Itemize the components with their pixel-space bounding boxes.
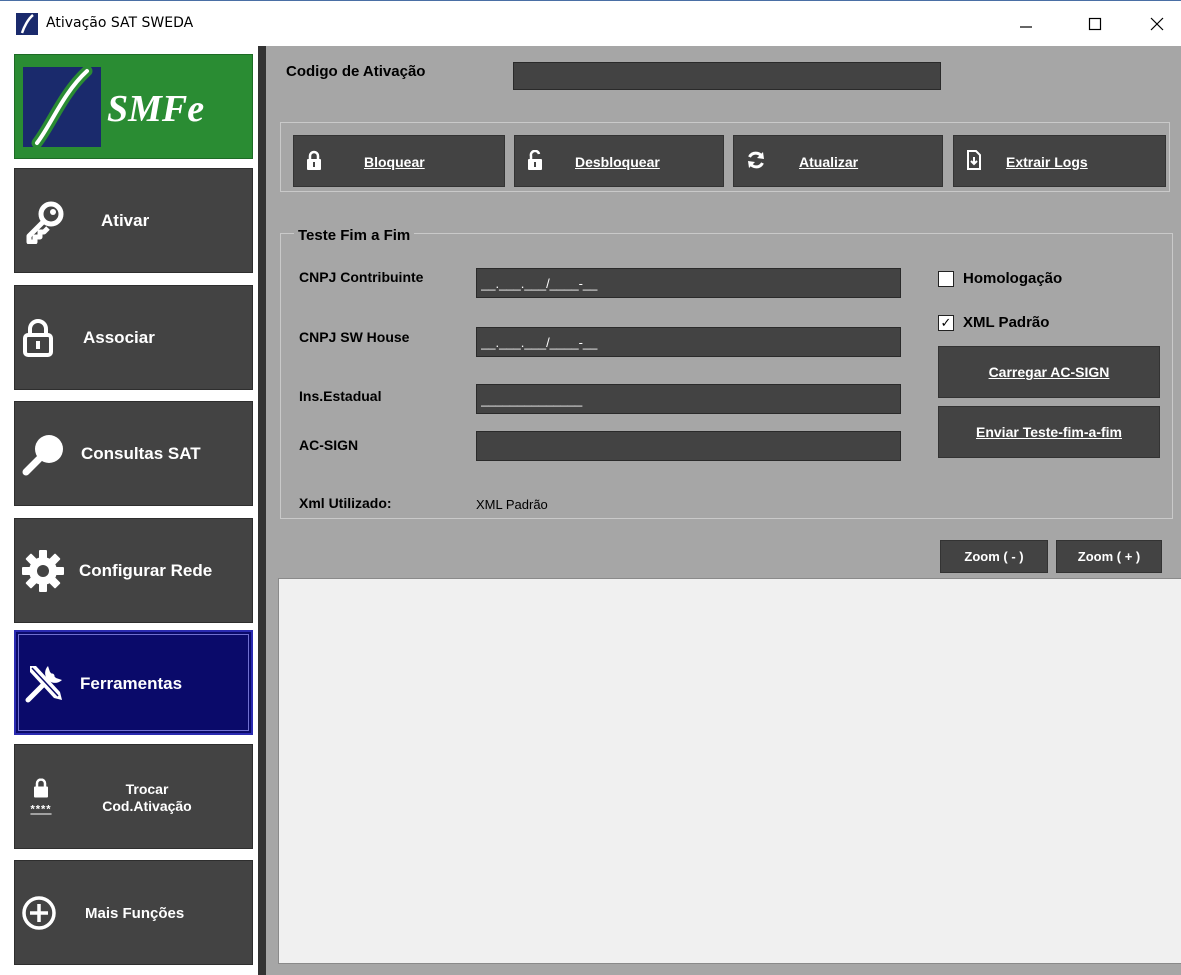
desbloquear-label: Desbloquear [575,154,660,170]
sidebar-item-label: Ferramentas [80,674,183,693]
extrair-logs-label: Extrair Logs [1006,154,1088,170]
unlock-icon [528,150,542,170]
sidebar-item-label: Ativar [101,211,150,230]
lock-icon [23,318,53,357]
xml-padrao-checkbox-box[interactable]: ✓ [938,314,954,331]
lock-password-icon: **** [23,777,59,815]
close-button[interactable] [1134,1,1180,47]
carregar-ac-sign-button[interactable]: Carregar AC-SIGN [938,346,1160,398]
plus-circle-icon [22,895,56,930]
zoom-out-button[interactable]: Zoom ( - ) [940,540,1048,573]
sidebar-item-label: Configurar Rede [79,561,213,580]
sidebar-item-label: Consultas SAT [81,444,201,463]
xml-padrao-checkbox[interactable]: ✓ XML Padrão [938,314,1049,331]
sidebar-item-configurar-rede[interactable]: Configurar Rede [14,518,253,623]
sidebar-item-label-line2: Cod.Ativação [102,798,192,814]
sidebar-item-mais-funcoes[interactable]: Mais Funções [14,860,253,965]
cnpj-sw-house-label: CNPJ SW House [299,329,410,345]
password-mask-caption: **** [30,803,52,815]
refresh-icon [748,151,764,169]
key-icon [26,201,64,244]
sidebar-item-label: Associar [83,328,155,347]
carregar-ac-sign-label: Carregar AC-SIGN [988,364,1110,380]
zoom-in-label: Zoom ( + ) [1077,549,1141,564]
sidebar: SMFe Ativar Associar Consultas SAT Confi… [0,46,258,975]
homologacao-label: Homologação [963,270,1063,287]
cnpj-contribuinte-label: CNPJ Contribuinte [299,269,424,285]
lock-icon [307,150,321,170]
sidebar-item-label: Trocar Cod.Ativação [87,781,207,815]
sidebar-item-trocar-cod-ativacao[interactable]: **** Trocar Cod.Ativação [14,744,253,849]
ac-sign-input[interactable] [476,431,901,461]
xml-padrao-label: XML Padrão [963,314,1050,331]
homologacao-checkbox[interactable]: Homologação [938,270,1062,287]
magnifier-icon [22,434,63,475]
activation-code-input[interactable] [513,62,941,90]
sidebar-item-ferramentas[interactable]: Ferramentas [14,630,253,735]
cnpj-sw-house-input[interactable] [476,327,901,357]
ins-estadual-input[interactable] [476,384,901,414]
sweda-logo-icon [23,67,101,147]
zoom-out-label: Zoom ( - ) [964,549,1024,564]
maximize-button[interactable] [1072,1,1118,47]
activation-code-label: Codigo de Ativação [286,63,426,80]
xml-utilizado-value: XML Padrão [476,497,548,512]
atualizar-button[interactable]: Atualizar [733,135,943,187]
ac-sign-label: AC-SIGN [299,437,359,453]
zoom-in-button[interactable]: Zoom ( + ) [1056,540,1162,573]
sidebar-item-label: Mais Funções [85,905,185,922]
enviar-teste-fim-a-fim-button[interactable]: Enviar Teste-fim-a-fim [938,406,1160,458]
window-title: Ativação SAT SWEDA [46,15,194,31]
cnpj-contribuinte-input[interactable] [476,268,901,298]
logo-text: SMFe [107,88,205,130]
output-text-area[interactable] [278,578,1181,964]
main-panel: Codigo de Ativação Bloquear Desbloquear … [266,46,1181,975]
homologacao-checkbox-box[interactable] [938,270,954,287]
checkmark-icon: ✓ [940,315,952,330]
smfe-logo: SMFe [14,54,253,159]
export-icon [967,150,981,170]
tools-icon [25,665,62,702]
sidebar-item-label-line1: Trocar [125,781,169,797]
ins-estadual-label: Ins.Estadual [299,388,382,404]
bloquear-label: Bloquear [364,154,425,170]
bloquear-button[interactable]: Bloquear [293,135,505,187]
xml-utilizado-label: Xml Utilizado: [299,495,392,511]
sidebar-item-ativar[interactable]: Ativar [14,168,253,273]
sidebar-divider [258,46,266,975]
desbloquear-button[interactable]: Desbloquear [514,135,724,187]
minimize-button[interactable] [1003,1,1049,47]
close-icon [1150,17,1164,31]
test-group-title: Teste Fim a Fim [294,227,415,244]
app-logo-icon [16,13,38,35]
sidebar-item-consultas-sat[interactable]: Consultas SAT [14,401,253,506]
sidebar-item-associar[interactable]: Associar [14,285,253,390]
gear-icon [22,549,64,592]
enviar-teste-label: Enviar Teste-fim-a-fim [976,424,1122,440]
extrair-logs-button[interactable]: Extrair Logs [953,135,1166,187]
title-bar: Ativação SAT SWEDA [0,0,1181,46]
minimize-icon [1020,26,1032,28]
small-lock-icon [34,777,48,797]
atualizar-label: Atualizar [799,154,859,170]
maximize-icon [1088,17,1102,31]
